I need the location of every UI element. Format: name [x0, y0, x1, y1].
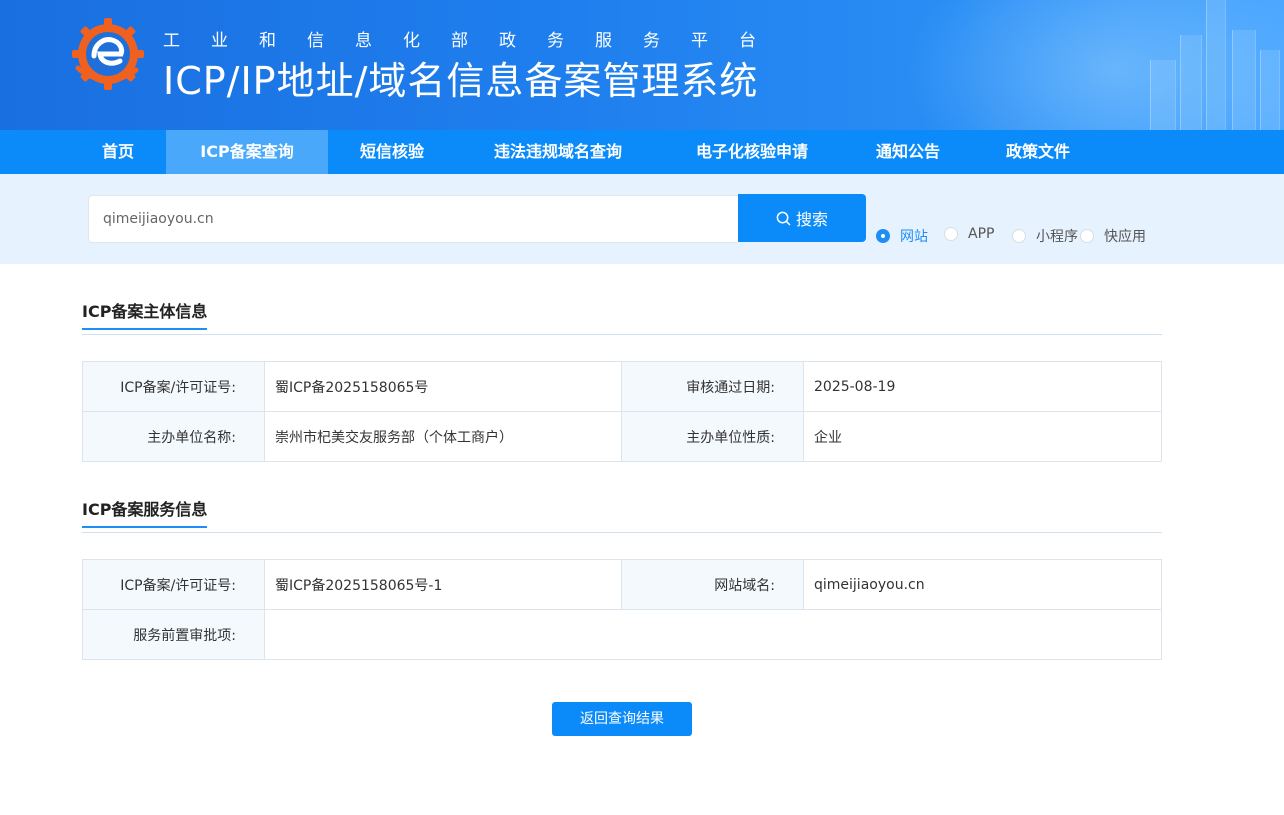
gear-logo-icon [72, 18, 144, 90]
org-name-label: 主办单位名称: [82, 411, 265, 462]
section-divider [82, 334, 1162, 335]
service-license-value: 蜀ICP备2025158065号-1 [264, 559, 622, 610]
radio-app-label: APP [968, 226, 995, 242]
table-row: ICP备案/许可证号: 蜀ICP备2025158065号-1 网站域名: qim… [82, 559, 1162, 610]
nav-item-e-verify[interactable]: 电子化核验申请 [672, 130, 832, 174]
subject-info-table: ICP备案/许可证号: 蜀ICP备2025158065号 审核通过日期: 202… [82, 361, 1162, 462]
search-button[interactable]: 搜索 [738, 194, 866, 242]
radio-quick-app[interactable]: 快应用 [1080, 226, 1146, 246]
radio-app[interactable]: APP [944, 226, 994, 242]
main-nav: 首页 ICP备案查询 短信核验 违法违规域名查询 电子化核验申请 通知公告 政策… [0, 130, 1284, 174]
preapproval-value [264, 609, 1162, 660]
radio-unchecked-icon [944, 227, 958, 241]
section-divider [82, 532, 1162, 533]
radio-website[interactable]: 网站 [876, 226, 928, 246]
license-value: 蜀ICP备2025158065号 [264, 361, 622, 412]
nav-item-illegal-domain[interactable]: 违法违规域名查询 [470, 130, 646, 174]
table-row: 主办单位名称: 崇州市杞美交友服务部（个体工商户） 主办单位性质: 企业 [82, 411, 1162, 462]
nav-item-icp-query[interactable]: ICP备案查询 [166, 130, 328, 174]
radio-mini-program[interactable]: 小程序 [1012, 226, 1078, 246]
nav-item-notices[interactable]: 通知公告 [856, 130, 960, 174]
service-info-table: ICP备案/许可证号: 蜀ICP备2025158065号-1 网站域名: qim… [82, 559, 1162, 660]
radio-checked-icon [876, 229, 890, 243]
preapproval-label: 服务前置审批项: [82, 609, 265, 660]
radio-unchecked-icon [1012, 229, 1026, 243]
domain-value: qimeijiaoyou.cn [803, 559, 1162, 610]
radio-website-label: 网站 [900, 229, 928, 245]
search-input[interactable] [88, 195, 738, 243]
approve-date-value: 2025-08-19 [803, 361, 1162, 412]
system-title: ICP/IP地址/域名信息备案管理系统 [163, 59, 759, 103]
service-license-label: ICP备案/许可证号: [82, 559, 265, 610]
nav-item-home[interactable]: 首页 [82, 130, 154, 174]
table-row: ICP备案/许可证号: 蜀ICP备2025158065号 审核通过日期: 202… [82, 361, 1162, 412]
search-area: 搜索 网站 APP 小程序 快应用 [0, 174, 1284, 264]
radio-unchecked-icon [1080, 229, 1094, 243]
search-button-label: 搜索 [795, 210, 828, 229]
license-label: ICP备案/许可证号: [82, 361, 265, 412]
org-name-value: 崇州市杞美交友服务部（个体工商户） [264, 411, 622, 462]
banner-building [1150, 60, 1176, 130]
banner-glow [904, 0, 1284, 130]
approve-date-label: 审核通过日期: [621, 361, 804, 412]
radio-mini-program-label: 小程序 [1036, 229, 1078, 245]
banner-building [1232, 30, 1256, 130]
platform-subtitle: 工业和信息化部政务服务平台 [163, 31, 787, 51]
back-to-results-button[interactable]: 返回查询结果 [552, 702, 692, 736]
subject-section-title: ICP备案主体信息 [82, 298, 208, 330]
domain-label: 网站域名: [621, 559, 804, 610]
nav-item-sms-verify[interactable]: 短信核验 [340, 130, 444, 174]
table-row: 服务前置审批项: [82, 609, 1162, 660]
nav-item-policy[interactable]: 政策文件 [988, 130, 1088, 174]
banner-building [1260, 50, 1280, 130]
org-type-value: 企业 [803, 411, 1162, 462]
search-icon [776, 211, 791, 225]
banner-building [1206, 0, 1226, 130]
org-type-label: 主办单位性质: [621, 411, 804, 462]
header-banner: 工业和信息化部政务服务平台 ICP/IP地址/域名信息备案管理系统 [0, 0, 1284, 130]
banner-building [1180, 35, 1202, 130]
service-section-title: ICP备案服务信息 [82, 496, 208, 528]
radio-quick-app-label: 快应用 [1104, 229, 1146, 245]
